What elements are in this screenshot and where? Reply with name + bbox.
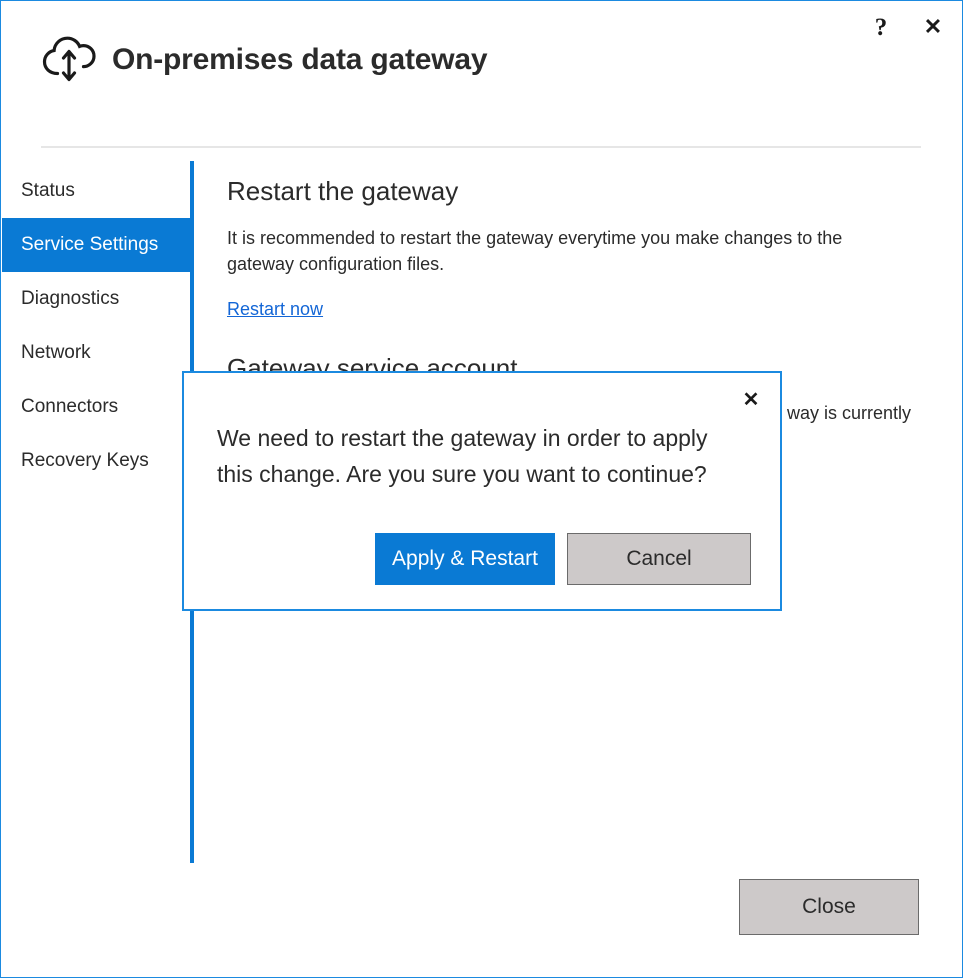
apply-and-restart-button[interactable]: Apply & Restart: [375, 533, 555, 585]
sidebar-item-service-settings[interactable]: Service Settings: [2, 218, 192, 272]
sidebar-item-connectors[interactable]: Connectors: [2, 380, 192, 434]
sidebar-item-diagnostics[interactable]: Diagnostics: [2, 272, 192, 326]
sidebar-item-label: Status: [21, 180, 75, 202]
restart-section-title: Restart the gateway: [227, 176, 927, 207]
app-header: On-premises data gateway: [41, 35, 487, 85]
restart-section-body: It is recommended to restart the gateway…: [227, 225, 907, 277]
sidebar-item-recovery-keys[interactable]: Recovery Keys: [2, 434, 192, 488]
dialog-message: We need to restart the gateway in order …: [217, 421, 747, 492]
close-button[interactable]: Close: [739, 879, 919, 935]
sidebar-item-label: Network: [21, 342, 91, 364]
dialog-button-row: Apply & Restart Cancel: [375, 533, 751, 585]
page-title: On-premises data gateway: [112, 43, 487, 77]
dialog-close-icon[interactable]: ✕: [736, 385, 766, 413]
gateway-configuration-window: ? ✕ On-premises data gateway Status Serv…: [0, 0, 963, 978]
sidebar-item-label: Connectors: [21, 396, 118, 418]
restart-confirmation-dialog: ✕ We need to restart the gateway in orde…: [182, 371, 782, 611]
sidebar-nav: Status Service Settings Diagnostics Netw…: [2, 164, 192, 488]
sidebar-item-network[interactable]: Network: [2, 326, 192, 380]
cancel-button[interactable]: Cancel: [567, 533, 751, 585]
header-divider: [41, 146, 921, 148]
titlebar-controls: ? ✕: [866, 13, 948, 41]
help-icon[interactable]: ?: [866, 13, 896, 41]
sidebar-item-label: Diagnostics: [21, 288, 119, 310]
restart-now-link[interactable]: Restart now: [227, 299, 323, 320]
close-icon[interactable]: ✕: [918, 13, 948, 41]
sidebar-item-status[interactable]: Status: [2, 164, 192, 218]
sidebar-item-label: Service Settings: [21, 234, 158, 256]
obscured-status-text: way is currently: [787, 403, 911, 424]
cloud-upload-download-icon: [41, 35, 97, 85]
sidebar-item-label: Recovery Keys: [21, 450, 149, 472]
main-content: Restart the gateway It is recommended to…: [227, 176, 927, 320]
